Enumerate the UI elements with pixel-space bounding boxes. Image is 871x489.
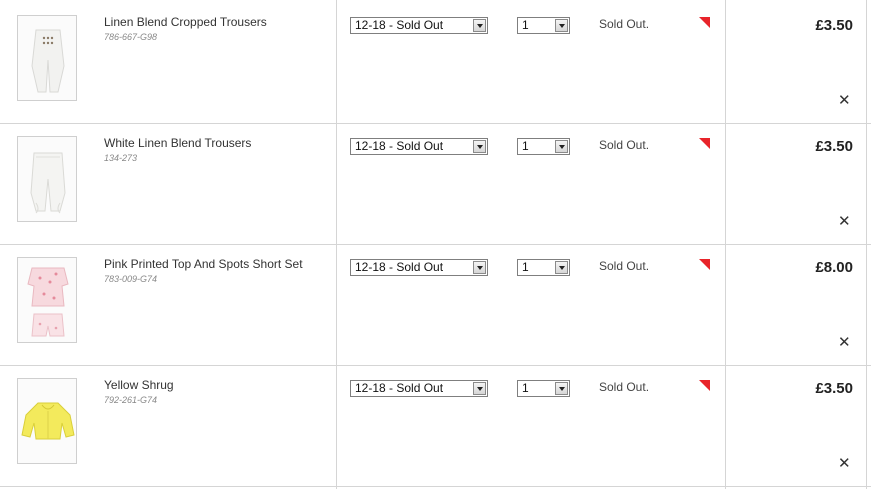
quantity-value: 1 [522, 260, 529, 274]
dropdown-arrow-icon[interactable] [473, 382, 486, 395]
dropdown-arrow-icon[interactable] [473, 19, 486, 32]
stock-status: Sold Out. [599, 17, 650, 31]
remove-item-icon[interactable]: ✕ [838, 456, 851, 471]
item-price: £3.50 [815, 138, 853, 155]
product-title[interactable]: Yellow Shrug 792-261-G74 [104, 379, 319, 406]
size-select[interactable]: 12-18 - Sold Out [350, 138, 488, 155]
quantity-select[interactable]: 1 [517, 17, 570, 34]
basket-row: Yellow Shrug 792-261-G74 12-18 - Sold Ou… [0, 366, 871, 487]
sold-out-flag-icon [699, 259, 710, 270]
basket-row: Linen Blend Cropped Trousers 786-667-G98… [0, 3, 871, 124]
dropdown-arrow-icon[interactable] [555, 382, 568, 395]
sold-out-flag-icon [699, 380, 710, 391]
yellow-shrug-image [21, 402, 75, 440]
item-price: £3.50 [815, 17, 853, 34]
dropdown-arrow-icon[interactable] [473, 261, 486, 274]
product-sku: 783-009-G74 [104, 274, 158, 284]
quantity-value: 1 [522, 139, 529, 153]
item-price: £8.00 [815, 259, 853, 276]
product-image[interactable] [17, 257, 77, 343]
quantity-value: 1 [522, 381, 529, 395]
quantity-select[interactable]: 1 [517, 259, 570, 276]
size-value: 12-18 - Sold Out [355, 139, 444, 153]
product-name[interactable]: White Linen Blend Trousers [104, 136, 251, 150]
product-sku: 786-667-G98 [104, 32, 158, 42]
sold-out-flag-icon [699, 17, 710, 28]
product-name[interactable]: Pink Printed Top And Spots Short Set [104, 257, 303, 271]
quantity-select[interactable]: 1 [517, 380, 570, 397]
product-image[interactable] [17, 15, 77, 101]
product-title[interactable]: White Linen Blend Trousers 134-273 [104, 137, 319, 164]
stock-status: Sold Out. [599, 380, 650, 394]
item-price: £3.50 [815, 380, 853, 397]
dropdown-arrow-icon[interactable] [555, 140, 568, 153]
dropdown-arrow-icon[interactable] [555, 19, 568, 32]
quantity-select[interactable]: 1 [517, 138, 570, 155]
size-value: 12-18 - Sold Out [355, 381, 444, 395]
basket-row: Pink Printed Top And Spots Short Set 783… [0, 245, 871, 366]
white-trousers-image [30, 152, 66, 214]
sold-out-flag-icon [699, 138, 710, 149]
stock-status: Sold Out. [599, 138, 650, 152]
dropdown-arrow-icon[interactable] [555, 261, 568, 274]
size-value: 12-18 - Sold Out [355, 260, 444, 274]
size-select[interactable]: 12-18 - Sold Out [350, 380, 488, 397]
size-value: 12-18 - Sold Out [355, 18, 444, 32]
quantity-value: 1 [522, 18, 529, 32]
remove-item-icon[interactable]: ✕ [838, 93, 851, 108]
product-title[interactable]: Linen Blend Cropped Trousers 786-667-G98 [104, 16, 319, 43]
stock-status: Sold Out. [599, 259, 650, 273]
product-name[interactable]: Linen Blend Cropped Trousers [104, 15, 267, 29]
product-title[interactable]: Pink Printed Top And Spots Short Set 783… [104, 258, 319, 285]
remove-item-icon[interactable]: ✕ [838, 214, 851, 229]
size-select[interactable]: 12-18 - Sold Out [350, 17, 488, 34]
product-name[interactable]: Yellow Shrug [104, 378, 174, 392]
product-sku: 134-273 [104, 153, 138, 163]
product-image[interactable] [17, 136, 77, 222]
dropdown-arrow-icon[interactable] [473, 140, 486, 153]
product-image[interactable] [17, 378, 77, 464]
white-cropped-trousers-image [31, 29, 65, 93]
basket-table: Linen Blend Cropped Trousers 786-667-G98… [0, 0, 871, 489]
product-sku: 792-261-G74 [104, 395, 158, 405]
basket-row: White Linen Blend Trousers 134-273 12-18… [0, 124, 871, 245]
pink-short-set-image [27, 267, 69, 337]
size-select[interactable]: 12-18 - Sold Out [350, 259, 488, 276]
remove-item-icon[interactable]: ✕ [838, 335, 851, 350]
